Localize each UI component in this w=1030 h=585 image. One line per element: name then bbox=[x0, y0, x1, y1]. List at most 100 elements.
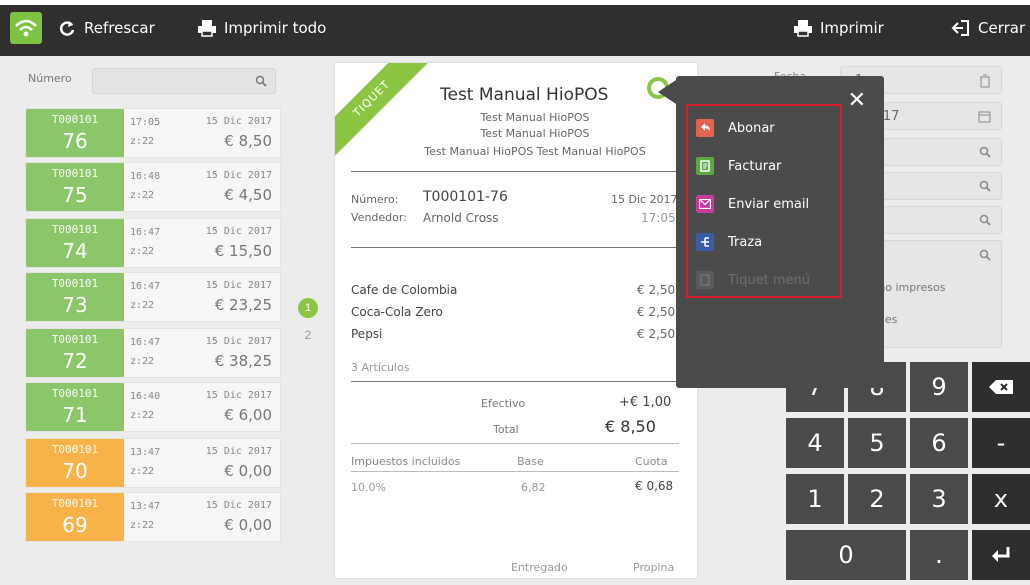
receipt-item-name: Coca-Cola Zero bbox=[351, 305, 443, 319]
tip-label: Propina bbox=[633, 561, 675, 574]
minus-key[interactable]: - bbox=[972, 418, 1030, 468]
close-button[interactable]: Cerrar bbox=[950, 14, 1025, 42]
menu-item-label: Facturar bbox=[728, 158, 782, 174]
menu-item-label: Tiquet menú bbox=[728, 272, 811, 288]
ticket-number-badge: T000101 73 bbox=[26, 273, 124, 321]
menu-item-label: Abonar bbox=[728, 120, 775, 136]
ticket-list-item[interactable]: T000101 72 16:47 z:22 15 Dic 2017 € 38,25 bbox=[25, 328, 281, 378]
search-icon[interactable] bbox=[979, 146, 991, 158]
close-icon[interactable]: ✕ bbox=[848, 88, 866, 113]
search-icon[interactable] bbox=[979, 249, 991, 261]
page-current[interactable]: 1 bbox=[298, 298, 318, 318]
ticket-z: z:22 bbox=[130, 520, 155, 531]
key-5[interactable]: 5 bbox=[848, 418, 906, 468]
wifi-icon[interactable] bbox=[10, 12, 42, 44]
receipt-item-price: € 2,50 bbox=[637, 327, 676, 341]
ticket-number-badge: T000101 71 bbox=[26, 383, 124, 431]
quota-value: € 0,68 bbox=[635, 479, 674, 493]
menu-item-abonar[interactable]: Abonar bbox=[696, 116, 775, 140]
quota-label: Cuota bbox=[635, 455, 668, 468]
receipt-item-name: Cafe de Colombia bbox=[351, 283, 458, 297]
key-3[interactable]: 3 bbox=[910, 474, 968, 524]
printer-icon bbox=[792, 17, 814, 39]
ticket-number: 73 bbox=[62, 293, 88, 317]
ticket-list-item[interactable]: T000101 69 13:47 z:22 15 Dic 2017 € 0,00 bbox=[25, 492, 281, 542]
ticket-number-badge: T000101 76 bbox=[26, 109, 124, 157]
multiply-key[interactable]: x bbox=[972, 474, 1030, 524]
key-6[interactable]: 6 bbox=[910, 418, 968, 468]
refresh-button[interactable]: Refrescar bbox=[56, 14, 155, 42]
search-icon bbox=[255, 75, 267, 87]
cash-value: +€ 1,00 bbox=[619, 395, 672, 410]
ticket-number: 71 bbox=[62, 403, 88, 427]
ticket-list-item[interactable]: T000101 73 16:47 z:22 15 Dic 2017 € 23,25 bbox=[25, 272, 281, 322]
ticket-code: T000101 bbox=[51, 223, 99, 236]
search-input[interactable] bbox=[92, 68, 276, 94]
menu-item-facturar[interactable]: Facturar bbox=[696, 154, 781, 178]
ticket-date: 15 Dic 2017 bbox=[205, 500, 272, 511]
ticket-date: 15 Dic 2017 bbox=[205, 116, 272, 127]
trace-icon bbox=[696, 233, 714, 251]
ticket-z: z:22 bbox=[130, 356, 155, 367]
ticket-amount: € 4,50 bbox=[224, 186, 272, 204]
ticket-list-item[interactable]: T000101 75 16:48 z:22 15 Dic 2017 € 4,50 bbox=[25, 162, 281, 212]
key-9[interactable]: 9 bbox=[910, 362, 968, 412]
ticket-z: z:22 bbox=[130, 410, 155, 421]
undo-icon bbox=[696, 119, 714, 137]
ticket-code: T000101 bbox=[51, 113, 99, 126]
receipt-title: Test Manual HioPOS bbox=[440, 85, 609, 105]
total-label: Total bbox=[493, 423, 519, 436]
ticket-number-badge: T000101 70 bbox=[26, 439, 124, 487]
ticket-list-item[interactable]: T000101 74 16:47 z:22 15 Dic 2017 € 15,50 bbox=[25, 218, 281, 268]
popover-arrow bbox=[658, 80, 676, 104]
key-1[interactable]: 1 bbox=[786, 474, 844, 524]
menu-item-traza[interactable]: Traza bbox=[696, 230, 762, 254]
calendar-icon[interactable] bbox=[978, 110, 991, 123]
menu-item-enviar-email[interactable]: Enviar email bbox=[696, 192, 809, 216]
ticket-number: 76 bbox=[62, 129, 88, 153]
ticket-number-badge: T000101 72 bbox=[26, 329, 124, 377]
ticket-number: 74 bbox=[62, 239, 88, 263]
decimal-key[interactable]: . bbox=[910, 530, 968, 580]
key-0[interactable]: 0 bbox=[786, 530, 906, 580]
printer-icon bbox=[196, 17, 218, 39]
ticket-list-item[interactable]: T000101 76 17:05 z:22 15 Dic 2017 € 8,50 bbox=[25, 108, 281, 158]
print-button[interactable]: Imprimir bbox=[792, 14, 884, 42]
trash-icon[interactable] bbox=[979, 74, 991, 88]
key-4[interactable]: 4 bbox=[786, 418, 844, 468]
print-all-button[interactable]: Imprimir todo bbox=[196, 14, 326, 42]
ticket-code: T000101 bbox=[51, 387, 99, 400]
search-icon[interactable] bbox=[979, 214, 991, 226]
receipt-time: 17:05 bbox=[641, 211, 676, 225]
ticket-time: 16:47 bbox=[130, 337, 161, 348]
close-label: Cerrar bbox=[978, 19, 1026, 37]
ticket-time: 13:47 bbox=[130, 447, 161, 458]
ticket-amount: € 8,50 bbox=[224, 132, 272, 150]
ticket-amount: € 0,00 bbox=[224, 462, 272, 480]
divider bbox=[351, 471, 679, 472]
page-next[interactable]: 2 bbox=[298, 328, 318, 342]
seller-name: Arnold Cross bbox=[423, 211, 499, 225]
enter-icon bbox=[992, 547, 1010, 562]
enter-button[interactable] bbox=[972, 530, 1030, 580]
print-label: Imprimir bbox=[820, 19, 884, 37]
divider bbox=[351, 381, 679, 382]
ticket-z: z:22 bbox=[130, 190, 155, 201]
refresh-icon bbox=[56, 17, 78, 39]
backspace-button[interactable] bbox=[972, 362, 1030, 412]
ticket-code: T000101 bbox=[51, 277, 99, 290]
ticket-time: 13:47 bbox=[130, 501, 161, 512]
ticket-z: z:22 bbox=[130, 300, 155, 311]
ticket-list-item[interactable]: T000101 71 16:40 z:22 15 Dic 2017 € 6,00 bbox=[25, 382, 281, 432]
ticket-time: 16:47 bbox=[130, 227, 161, 238]
invoice-icon bbox=[696, 157, 714, 175]
receipt-item-name: Pepsi bbox=[351, 327, 383, 341]
ticket-time: 16:40 bbox=[130, 391, 161, 402]
search-label: Número bbox=[28, 72, 72, 85]
search-icon[interactable] bbox=[979, 180, 991, 192]
ticket-amount: € 15,50 bbox=[214, 242, 272, 260]
ticket-z: z:22 bbox=[130, 466, 155, 477]
ticket-code: T000101 bbox=[51, 167, 99, 180]
ticket-list-item[interactable]: T000101 70 13:47 z:22 15 Dic 2017 € 0,00 bbox=[25, 438, 281, 488]
key-2[interactable]: 2 bbox=[848, 474, 906, 524]
